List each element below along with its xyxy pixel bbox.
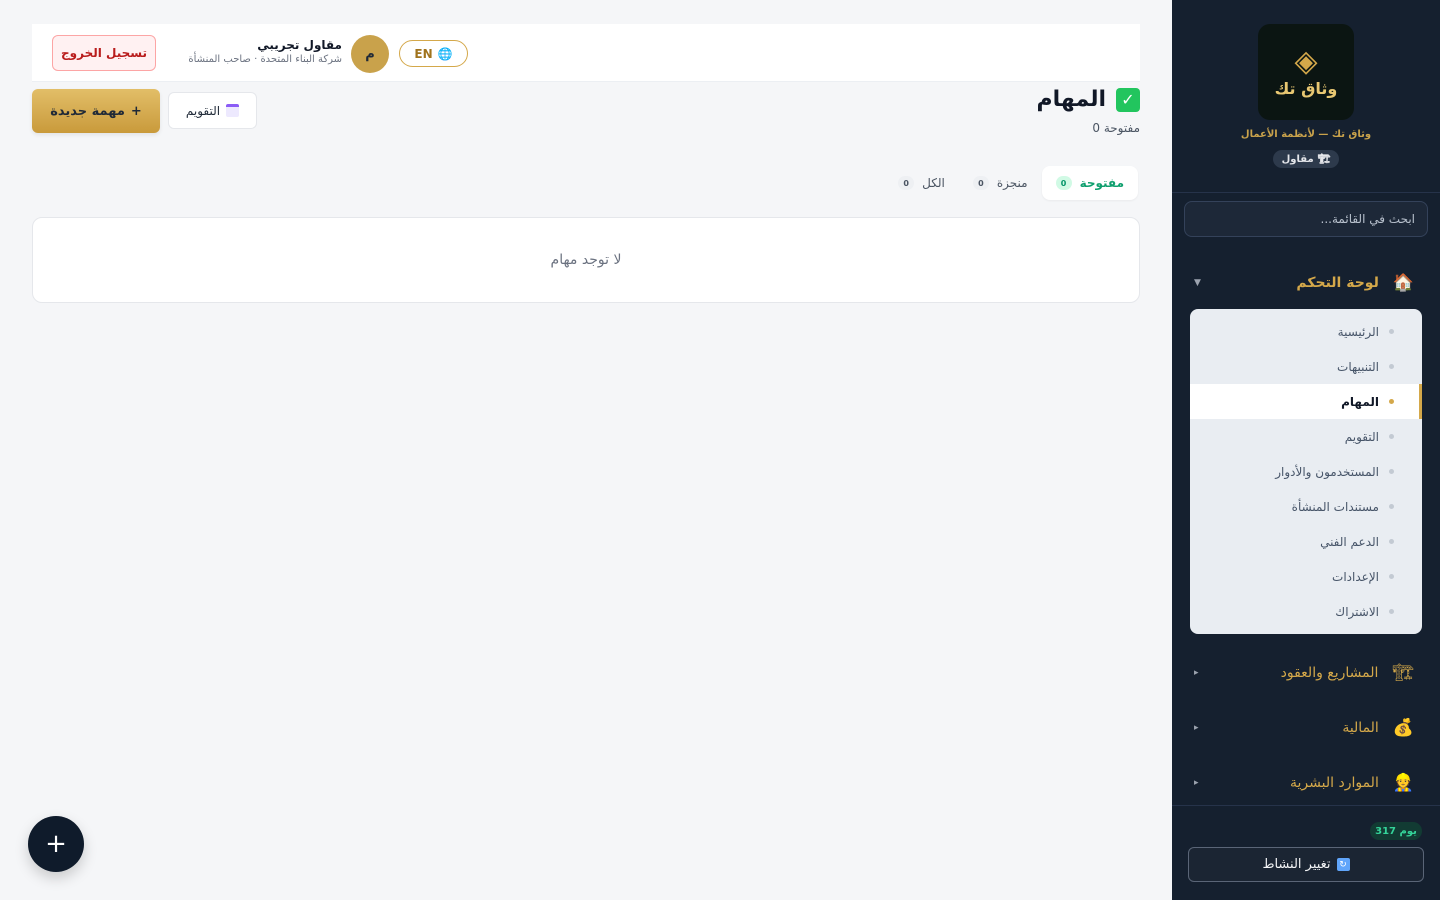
caret-right-icon: ▸ xyxy=(1194,723,1199,733)
tab-done[interactable]: منجزة 0 xyxy=(959,166,1042,200)
floating-add-button[interactable]: + xyxy=(28,816,84,872)
bullet-dot-icon xyxy=(1389,399,1394,404)
plus-icon: + xyxy=(130,103,142,119)
subscription-days-badge: 317 يوم xyxy=(1370,822,1422,840)
brand-logo[interactable]: ◈ وثاق تك xyxy=(1258,24,1354,120)
bullet-dot-icon xyxy=(1389,364,1394,369)
sidebar-item-label: الدعم الفني xyxy=(1320,534,1379,549)
sidebar-group-projects[interactable]: ▸ المشاريع والعقود 🏗 xyxy=(1194,655,1414,691)
top-bar: تسجيل الخروج مقاول تجريبي شركة البناء ال… xyxy=(32,24,1140,82)
sidebar-item-documents[interactable]: مستندات المنشأة xyxy=(1190,489,1422,524)
page-title-text: المهام xyxy=(1036,87,1106,112)
caret-right-icon: ▸ xyxy=(1194,668,1199,678)
sidebar-item-home[interactable]: الرئيسية xyxy=(1190,314,1422,349)
bullet-dot-icon xyxy=(1389,539,1394,544)
switch-activity-button[interactable]: تغيير النشاط ↻ xyxy=(1188,847,1424,882)
role-badge: مقاول 🏗 xyxy=(1273,150,1339,168)
sidebar-search-input[interactable] xyxy=(1184,201,1428,237)
open-tasks-count: 0 مفتوحة xyxy=(1092,121,1140,135)
sidebar-group-label: المشاريع والعقود xyxy=(1280,665,1379,681)
new-task-label: مهمة جديدة xyxy=(50,103,125,119)
tab-count-badge: 0 xyxy=(1055,176,1072,190)
sidebar-item-subscription[interactable]: الاشتراك xyxy=(1190,594,1422,629)
tab-open[interactable]: مفتوحة 0 xyxy=(1041,166,1138,200)
calendar-icon xyxy=(226,104,240,117)
logo-text: وثاق تك xyxy=(1274,78,1338,98)
language-label: EN xyxy=(414,46,433,61)
bullet-dot-icon xyxy=(1389,469,1394,474)
sidebar-group-finance[interactable]: ▸ المالية 💰 xyxy=(1194,710,1414,746)
sidebar-item-label: الرئيسية xyxy=(1337,324,1379,339)
sidebar-item-alerts[interactable]: التنبيهات xyxy=(1190,349,1422,384)
sidebar-item-label: مستندات المنشأة xyxy=(1291,499,1379,514)
sidebar-item-label: المهام xyxy=(1341,394,1379,409)
tab-count-badge: 0 xyxy=(972,176,989,190)
tab-label: الكل xyxy=(922,176,945,190)
user-name: مقاول تجريبي xyxy=(257,38,342,52)
money-bag-icon: 💰 xyxy=(1392,718,1414,738)
task-filter-tabs: مفتوحة 0 منجزة 0 الكل 0 xyxy=(876,166,1138,200)
sidebar-item-users-roles[interactable]: المستخدمون والأدوار xyxy=(1190,454,1422,489)
house-icon: 🏠 xyxy=(1392,273,1414,293)
sidebar-group-label: المالية xyxy=(1342,720,1379,736)
empty-state-card: لا توجد مهام xyxy=(32,217,1140,303)
logo-mark-icon: ◈ xyxy=(1294,43,1318,79)
brand-tagline: وثاق تك — لأنظمة الأعمال xyxy=(1240,129,1372,140)
sidebar-group-dashboard[interactable]: ▼ لوحة التحكم 🏠 xyxy=(1194,265,1414,301)
dashboard-submenu: الرئيسية التنبيهات المهام التقويم المستخ… xyxy=(1190,309,1422,634)
bullet-dot-icon xyxy=(1389,609,1394,614)
caret-down-icon: ▼ xyxy=(1194,278,1201,288)
sidebar-group-label: الموارد البشرية xyxy=(1290,775,1379,791)
sidebar-group-hr[interactable]: ▸ الموارد البشرية 👷 xyxy=(1194,765,1414,801)
refresh-icon: ↻ xyxy=(1336,858,1350,871)
user-company-role: شركة البناء المتحدة · صاحب المنشأة xyxy=(188,54,342,65)
tab-count-badge: 0 xyxy=(898,176,915,190)
caret-right-icon: ▸ xyxy=(1194,778,1199,788)
globe-icon: 🌐 xyxy=(437,46,453,61)
sidebar-item-label: التنبيهات xyxy=(1337,359,1379,374)
page-title: المهام ✓ xyxy=(960,87,1140,112)
crane-icon: 🏗 xyxy=(1317,153,1331,165)
role-label: مقاول xyxy=(1281,153,1314,165)
divider xyxy=(1172,805,1440,806)
sidebar-item-label: المستخدمون والأدوار xyxy=(1275,464,1379,479)
sidebar-item-label: التقويم xyxy=(1344,429,1379,444)
bullet-dot-icon xyxy=(1389,574,1394,579)
sidebar-item-tasks[interactable]: المهام xyxy=(1190,384,1422,419)
sidebar-item-calendar[interactable]: التقويم xyxy=(1190,419,1422,454)
tab-label: منجزة xyxy=(996,176,1028,190)
sidebar-item-support[interactable]: الدعم الفني xyxy=(1190,524,1422,559)
new-task-button[interactable]: مهمة جديدة + xyxy=(32,89,160,133)
bullet-dot-icon xyxy=(1389,504,1394,509)
bullet-dot-icon xyxy=(1389,434,1394,439)
empty-state-message: لا توجد مهام xyxy=(550,252,622,268)
tab-label: مفتوحة xyxy=(1079,176,1124,190)
logout-button[interactable]: تسجيل الخروج xyxy=(52,35,156,71)
check-box-icon: ✓ xyxy=(1116,87,1140,112)
tab-all[interactable]: الكل 0 xyxy=(884,166,959,200)
language-toggle-button[interactable]: EN 🌐 xyxy=(399,40,468,67)
calendar-button[interactable]: التقويم xyxy=(168,92,257,129)
divider xyxy=(1172,192,1440,193)
construction-icon: 🏗 xyxy=(1392,663,1414,683)
person-icon: 👷 xyxy=(1392,773,1414,793)
user-info: مقاول تجريبي شركة البناء المتحدة · صاحب … xyxy=(152,38,342,65)
bullet-dot-icon xyxy=(1389,329,1394,334)
sidebar-item-settings[interactable]: الإعدادات xyxy=(1190,559,1422,594)
calendar-label: التقويم xyxy=(185,103,221,118)
sidebar-item-label: الاشتراك xyxy=(1335,604,1379,619)
avatar[interactable]: م xyxy=(351,35,389,73)
switch-activity-label: تغيير النشاط xyxy=(1262,857,1331,872)
sidebar-group-label: لوحة التحكم xyxy=(1296,275,1379,291)
sidebar-item-label: الإعدادات xyxy=(1332,569,1379,584)
sidebar: ◈ وثاق تك وثاق تك — لأنظمة الأعمال مقاول… xyxy=(1172,0,1440,900)
